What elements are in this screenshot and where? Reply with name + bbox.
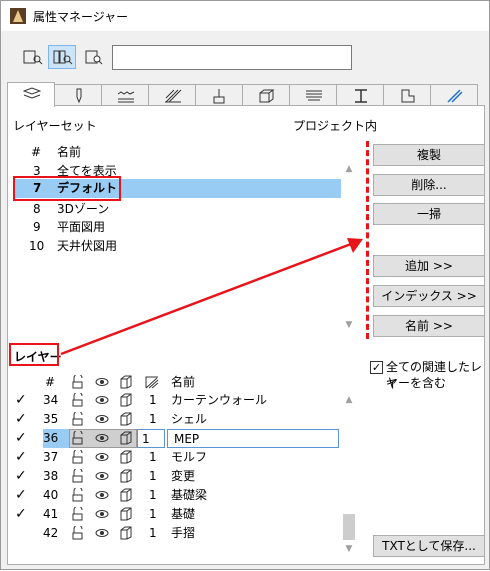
lock-icon[interactable] (71, 507, 85, 521)
intersection-group-edit[interactable]: 1 (137, 429, 165, 448)
eye-icon[interactable] (95, 412, 109, 426)
layer-num: 41 (43, 507, 59, 521)
visible-check[interactable]: ✓ (15, 467, 27, 486)
layer-name-edit[interactable]: MEP (167, 429, 339, 448)
layer-num: 34 (43, 393, 59, 407)
intersection-group[interactable]: 1 (149, 448, 157, 467)
visible-check[interactable]: ✓ (15, 391, 27, 410)
table-row[interactable]: ✓ 40 1 基礎梁 (13, 486, 343, 505)
include-related-checkbox[interactable]: ✓ (370, 361, 383, 374)
layer-name[interactable]: 手摺 (171, 524, 195, 543)
layer-scrollbar-thumb[interactable] (343, 514, 355, 540)
lock-icon[interactable] (71, 450, 85, 464)
wireframe-icon[interactable] (119, 412, 133, 426)
table-row[interactable]: ✓ 34 1 カーテンウォール (13, 391, 343, 410)
eye-header-icon (95, 378, 109, 386)
wireframe-icon[interactable] (119, 431, 133, 445)
lock-icon[interactable] (71, 431, 85, 445)
include-related-line2: ヤーを含む (386, 376, 447, 390)
layer-list-header: # 名前 (13, 373, 343, 392)
lock-icon[interactable] (71, 393, 85, 407)
layer-scroll-up-icon[interactable]: ▲ (343, 394, 355, 406)
lock-icon[interactable] (71, 488, 85, 502)
wireframe-icon[interactable] (119, 393, 133, 407)
wireframe-icon[interactable] (119, 507, 133, 521)
attribute-manager-window: 属性マネージャー レイヤーセット プロジェクト内 # 名前 3 全てを表示 7 … (0, 0, 490, 570)
eye-icon[interactable] (95, 431, 109, 445)
eye-icon[interactable] (95, 469, 109, 483)
intersection-group[interactable]: 1 (149, 391, 157, 410)
eye-icon[interactable] (95, 526, 109, 540)
lock-header-icon (72, 375, 83, 389)
wireframe-icon[interactable] (119, 526, 133, 540)
wireframe-icon[interactable] (119, 488, 133, 502)
eye-icon[interactable] (95, 488, 109, 502)
table-row[interactable]: ✓ 41 1 基礎 (13, 505, 343, 524)
layer-name[interactable]: シェル (171, 410, 207, 429)
wireframe-header-icon (120, 375, 132, 389)
layer-num: 37 (43, 450, 59, 464)
intersection-group-header-icon (145, 376, 159, 389)
layer-num: 36 (43, 429, 69, 448)
table-row[interactable]: ✓ 38 1 変更 (13, 467, 343, 486)
layer-name[interactable]: モルフ (171, 448, 207, 467)
intersection-group[interactable]: 1 (149, 524, 157, 543)
layer-num: 40 (43, 488, 59, 502)
lock-icon[interactable] (71, 412, 85, 426)
intersection-group[interactable]: 1 (149, 505, 157, 524)
visible-check[interactable]: ✓ (15, 410, 27, 429)
intersection-group[interactable]: 1 (149, 486, 157, 505)
layer-num: 38 (43, 469, 59, 483)
visible-check[interactable]: ✓ (15, 505, 27, 524)
eye-icon[interactable] (95, 507, 109, 521)
visible-check[interactable]: ✓ (15, 448, 27, 467)
table-row[interactable]: ✓ 37 1 モルフ (13, 448, 343, 467)
eye-icon[interactable] (95, 393, 109, 407)
layers-icon (23, 87, 41, 99)
intersection-group[interactable]: 1 (149, 467, 157, 486)
layer-num: 35 (43, 412, 59, 426)
intersection-group[interactable]: 1 (149, 410, 157, 429)
save-as-txt-button[interactable]: TXTとして保存... (373, 535, 485, 557)
table-row-selected[interactable]: ✓ 36 1 MEP (13, 429, 343, 449)
layer-num: 42 (43, 526, 59, 540)
table-row[interactable]: 42 1 手摺 (13, 524, 343, 543)
visible-check[interactable]: ✓ (15, 486, 27, 505)
wireframe-icon[interactable] (119, 450, 133, 464)
layer-name[interactable]: 基礎梁 (171, 486, 207, 505)
col-num-header: # (45, 375, 56, 389)
table-row[interactable]: ✓ 35 1 シェル (13, 410, 343, 429)
layer-name[interactable]: 基礎 (171, 505, 195, 524)
tab-layers[interactable] (7, 82, 55, 107)
eye-icon[interactable] (95, 450, 109, 464)
highlight-box-layer (9, 343, 59, 366)
col-name-header: 名前 (171, 375, 196, 389)
layer-scroll-down-icon[interactable]: ▼ (343, 543, 355, 555)
layer-name[interactable]: 変更 (171, 467, 195, 486)
lock-icon[interactable] (71, 469, 85, 483)
lock-icon[interactable] (71, 526, 85, 540)
visible-check[interactable]: ✓ (15, 429, 27, 448)
layer-name[interactable]: カーテンウォール (171, 391, 267, 410)
wireframe-icon[interactable] (119, 469, 133, 483)
